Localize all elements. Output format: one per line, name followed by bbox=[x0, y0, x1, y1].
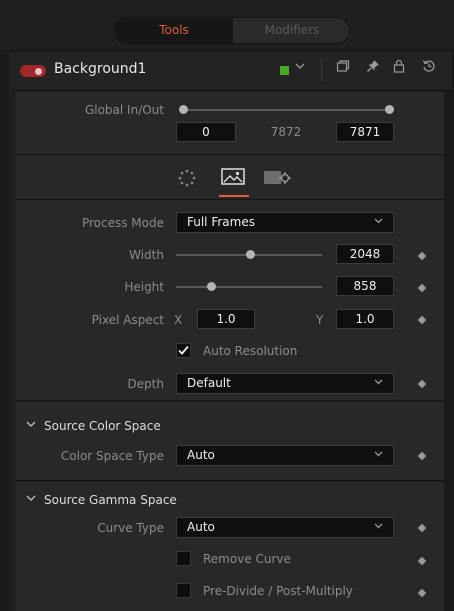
chevron-down-icon bbox=[373, 374, 384, 393]
toggle-knob bbox=[35, 68, 42, 75]
pre-divide-label: Pre-Divide / Post-Multiply bbox=[203, 584, 353, 598]
pin-icon[interactable] bbox=[366, 59, 380, 77]
global-in-handle[interactable] bbox=[179, 105, 188, 114]
chevron-down-icon bbox=[373, 446, 384, 465]
width-slider-knob[interactable] bbox=[246, 250, 255, 259]
process-mode-dropdown[interactable]: Full Frames bbox=[176, 212, 394, 233]
tab-tools[interactable]: Tools bbox=[115, 18, 233, 43]
height-slider-knob[interactable] bbox=[207, 282, 216, 291]
keyframe-diamond-icon[interactable] bbox=[417, 588, 427, 598]
source-gamma-space-panel: Source Gamma Space Curve Type Auto Remov… bbox=[16, 482, 444, 611]
chevron-down-icon[interactable] bbox=[26, 493, 36, 506]
pre-divide-checkbox[interactable] bbox=[176, 583, 191, 598]
global-out-handle[interactable] bbox=[385, 105, 394, 114]
node-name: Background1 bbox=[54, 61, 147, 77]
global-duration: 7872 bbox=[270, 125, 302, 139]
chevron-down-icon bbox=[373, 518, 384, 537]
color-space-type-label: Color Space Type bbox=[60, 449, 164, 463]
depth-value: Default bbox=[187, 376, 231, 390]
pixel-aspect-y-field[interactable]: 1.0 bbox=[336, 309, 394, 329]
version-icon[interactable] bbox=[336, 59, 350, 77]
height-field[interactable]: 858 bbox=[336, 276, 394, 296]
active-tab-indicator bbox=[219, 195, 249, 197]
curve-type-label: Curve Type bbox=[97, 521, 164, 535]
pixel-aspect-label: Pixel Aspect bbox=[91, 313, 164, 327]
remove-curve-checkbox[interactable] bbox=[176, 551, 191, 566]
source-color-space-panel: Source Color Space Color Space Type Auto bbox=[16, 402, 444, 480]
chevron-down-icon[interactable] bbox=[295, 61, 305, 74]
global-in-out-panel: Global In/Out 0 7872 7871 bbox=[16, 92, 444, 154]
reset-icon[interactable] bbox=[422, 59, 436, 77]
color-space-type-value: Auto bbox=[187, 448, 215, 462]
height-slider-track[interactable] bbox=[176, 286, 322, 288]
global-out-field[interactable]: 7871 bbox=[336, 122, 394, 142]
source-color-space-title[interactable]: Source Color Space bbox=[44, 419, 161, 433]
color-space-type-dropdown[interactable]: Auto bbox=[176, 445, 394, 466]
left-gutter bbox=[9, 89, 16, 611]
curve-type-value: Auto bbox=[187, 520, 215, 534]
keyframe-diamond-icon[interactable] bbox=[417, 283, 427, 293]
keyframe-diamond-icon[interactable] bbox=[417, 315, 427, 325]
global-range-track[interactable] bbox=[184, 109, 390, 111]
process-mode-label: Process Mode bbox=[81, 216, 164, 230]
lock-icon[interactable] bbox=[392, 59, 406, 77]
depth-dropdown[interactable]: Default bbox=[176, 373, 394, 394]
keyframe-diamond-icon[interactable] bbox=[417, 379, 427, 389]
pixel-aspect-y-label: Y bbox=[316, 313, 324, 327]
chevron-down-icon[interactable] bbox=[26, 419, 36, 432]
process-mode-value: Full Frames bbox=[187, 215, 255, 229]
width-label: Width bbox=[129, 248, 164, 262]
tab-group: Tools Modifiers bbox=[114, 17, 350, 44]
global-in-out-label: Global In/Out bbox=[84, 103, 164, 117]
divider bbox=[16, 480, 444, 481]
node-enable-toggle[interactable] bbox=[20, 65, 46, 77]
dots-icon[interactable] bbox=[177, 168, 197, 191]
header-divider bbox=[321, 59, 322, 81]
node-header: Background1 bbox=[9, 52, 452, 89]
image-settings-panel: Process Mode Full Frames Width 2048 Heig… bbox=[16, 200, 444, 400]
keyframe-diamond-icon[interactable] bbox=[417, 556, 427, 566]
image-icon[interactable] bbox=[220, 167, 246, 190]
pixel-aspect-x-field[interactable]: 1.0 bbox=[197, 309, 255, 329]
top-tab-bar: Tools Modifiers bbox=[0, 0, 454, 50]
remove-curve-label: Remove Curve bbox=[203, 552, 291, 566]
settings-icon[interactable] bbox=[262, 168, 292, 191]
auto-resolution-label: Auto Resolution bbox=[203, 344, 298, 358]
chevron-down-icon bbox=[373, 213, 384, 232]
curve-type-dropdown[interactable]: Auto bbox=[176, 517, 394, 538]
source-gamma-space-title[interactable]: Source Gamma Space bbox=[44, 493, 177, 507]
depth-label: Depth bbox=[127, 377, 164, 391]
tab-modifiers[interactable]: Modifiers bbox=[233, 18, 349, 43]
auto-resolution-checkbox[interactable] bbox=[176, 343, 191, 358]
inspector-tab-bar bbox=[16, 155, 444, 199]
keyframe-diamond-icon[interactable] bbox=[417, 523, 427, 533]
height-label: Height bbox=[124, 280, 164, 294]
keyframe-diamond-icon[interactable] bbox=[417, 251, 427, 261]
keyframe-diamond-icon[interactable] bbox=[417, 451, 427, 461]
global-in-field[interactable]: 0 bbox=[176, 122, 236, 142]
color-swatch[interactable] bbox=[280, 66, 289, 75]
pixel-aspect-x-label: X bbox=[174, 313, 183, 327]
width-field[interactable]: 2048 bbox=[336, 244, 394, 264]
